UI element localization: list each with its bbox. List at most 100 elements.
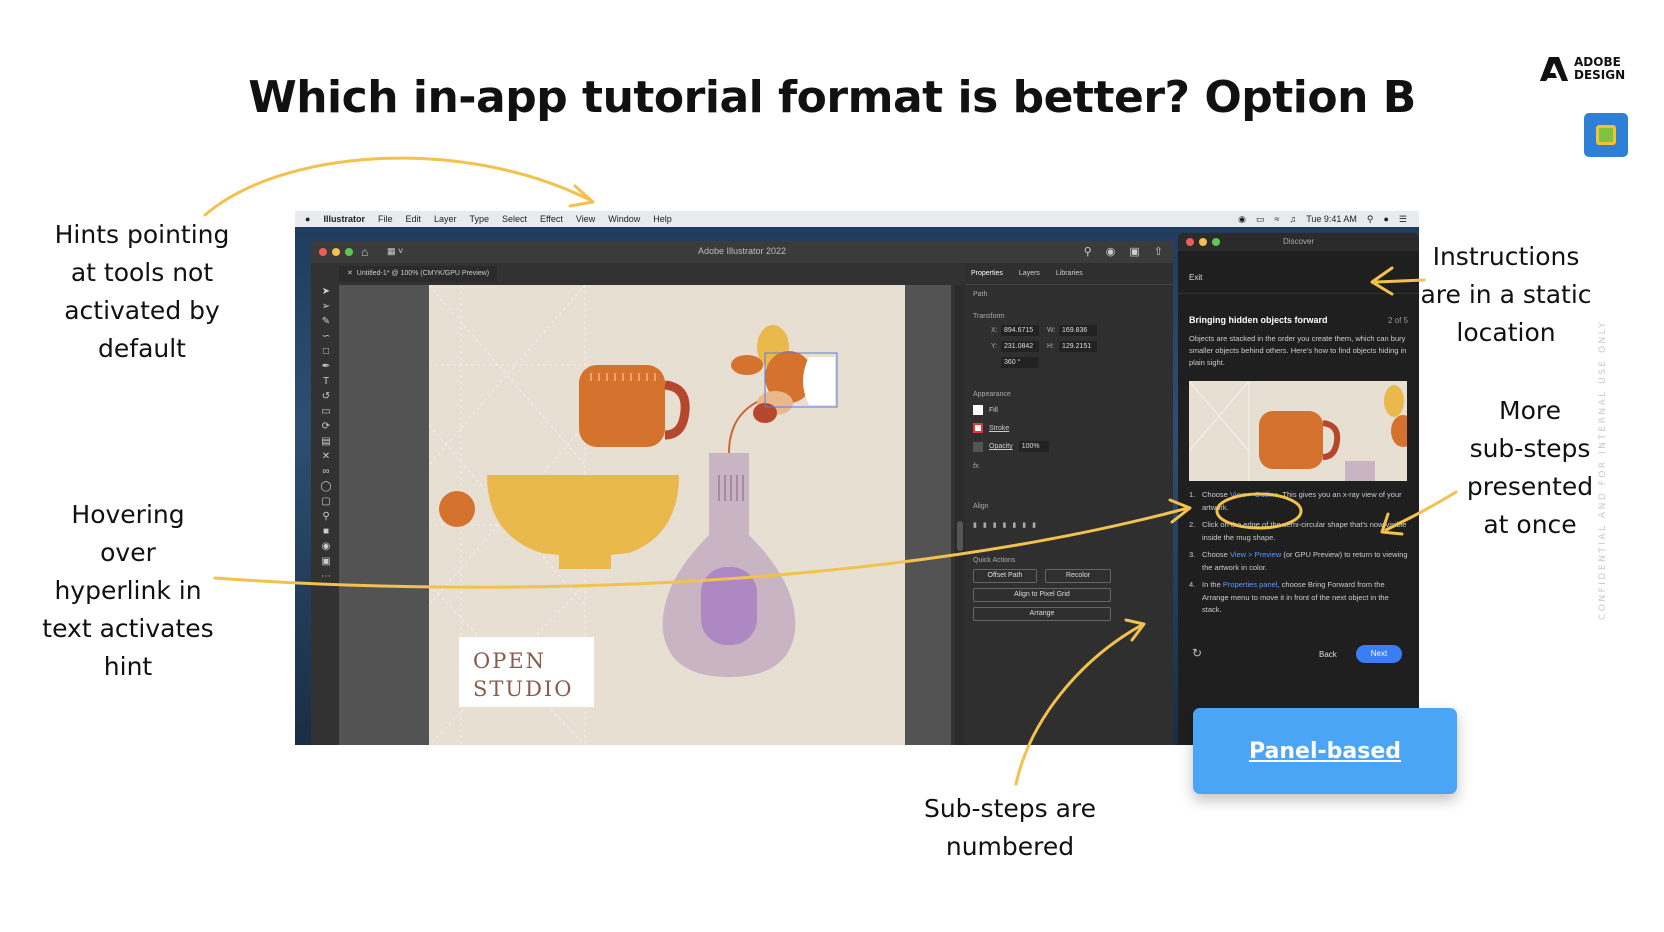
opacity-row[interactable]: Opacity 100% (973, 441, 1049, 452)
menu-window[interactable]: Window (608, 214, 640, 224)
x-label: X: (991, 327, 998, 334)
vertical-scrollbar[interactable] (955, 285, 965, 745)
rectangle-tool-icon[interactable]: □ (323, 345, 329, 358)
curvature-tool-icon[interactable]: ∽ (322, 330, 330, 343)
y-label: Y: (991, 343, 998, 350)
search-icon[interactable]: ⚲ (1367, 214, 1374, 225)
recolor-button[interactable]: Recolor (1045, 569, 1111, 583)
creative-cloud-icon[interactable]: ◉ (1238, 214, 1246, 225)
back-button[interactable]: Back (1319, 650, 1337, 659)
more-tools-icon[interactable]: ⋯ (321, 570, 331, 583)
discover-panel: Discover Exit Bringing hidden objects fo… (1178, 233, 1419, 745)
align-pixel-grid-button[interactable]: Align to Pixel Grid (973, 588, 1111, 602)
eraser-tool-icon[interactable]: ▭ (321, 405, 330, 418)
eyedropper-tool-icon[interactable]: ✕ (322, 450, 330, 463)
y-field[interactable]: 231.0842 (1001, 341, 1039, 352)
fill-label: Fill (989, 406, 998, 414)
artboard-tool-icon[interactable]: ▢ (321, 495, 330, 508)
fill-row[interactable]: Fill (973, 405, 998, 415)
fx-icon[interactable]: fx. (973, 463, 980, 470)
blend-tool-icon[interactable]: ∞ (322, 465, 329, 478)
menu-layer[interactable]: Layer (434, 214, 457, 224)
fill-stroke-swatch-icon[interactable]: ■ (323, 525, 329, 538)
apple-icon[interactable]: ● (305, 214, 310, 224)
callout-hints-pointing: Hints pointing at tools not activated by d… (54, 220, 230, 363)
document-tab-label: Untitled-1* @ 100% (CMYK/GPU Preview) (356, 270, 490, 277)
tab-layers[interactable]: Layers (1019, 270, 1040, 277)
type-tool-icon[interactable]: T (323, 375, 329, 388)
paintbrush-tool-icon[interactable]: ✒ (322, 360, 330, 373)
menu-file[interactable]: File (378, 214, 393, 224)
search-icon[interactable]: ⚲ (1084, 245, 1092, 258)
h-field[interactable]: 129.2151 (1059, 341, 1097, 352)
control-center-icon[interactable]: ☰ (1399, 214, 1407, 225)
step-item: 4. In the Properties panel, choose Bring … (1189, 580, 1389, 614)
opacity-field[interactable]: 100% (1018, 441, 1049, 452)
direct-selection-tool-icon[interactable]: ➢ (322, 300, 330, 313)
next-button[interactable]: Next (1356, 645, 1402, 663)
lasso-tool-icon[interactable]: ⟳ (322, 420, 330, 433)
transform-label: Transform (973, 313, 1005, 320)
stroke-swatch[interactable] (973, 423, 983, 433)
arrange-documents-icon[interactable]: ▣ (1129, 245, 1139, 258)
exit-button[interactable]: Exit (1189, 273, 1202, 282)
step-counter: 2 of 5 (1387, 316, 1408, 325)
offset-path-button[interactable]: Offset Path (973, 569, 1037, 583)
learn-icon[interactable]: ◉ (1106, 245, 1116, 258)
gradient-tool-icon[interactable]: ▤ (321, 435, 330, 448)
draw-mode-icon[interactable]: ◉ (322, 540, 331, 553)
illustrator-titlebar: ⌂ ▦ ˅ Adobe Illustrator 2022 ⚲ ◉ ▣ ⇧ (311, 241, 1173, 263)
properties-panel-link[interactable]: Properties panel (1223, 580, 1278, 589)
airplay-icon[interactable]: ▭ (1256, 214, 1265, 225)
clock[interactable]: Tue 9:41 AM (1306, 214, 1357, 224)
menu-app-name[interactable]: Illustrator (323, 214, 365, 224)
app-screenshot: ● Illustrator File Edit Layer Type Selec… (295, 211, 1419, 745)
volume-icon[interactable]: ♫ (1289, 214, 1296, 224)
illustrator-window: ⌂ ▦ ˅ Adobe Illustrator 2022 ⚲ ◉ ▣ ⇧ ✕ U… (311, 241, 1173, 745)
tutorial-intro: Objects are stacked in the order you cre… (1189, 334, 1407, 367)
x-field[interactable]: 894.6715 (1001, 325, 1039, 336)
window-title: Adobe Illustrator 2022 (697, 246, 787, 256)
w-field[interactable]: 169.836 (1059, 325, 1097, 336)
fill-swatch[interactable] (973, 405, 983, 415)
rotate-tool-icon[interactable]: ↺ (322, 390, 330, 403)
canvas-area[interactable]: OPEN STUDIO (339, 285, 951, 745)
view-outline-link[interactable]: View > Outline (1230, 490, 1278, 499)
panel-based-option-button[interactable]: Panel-based (1193, 708, 1457, 794)
align-label: Align (973, 503, 989, 510)
pen-tool-icon[interactable]: ✎ (322, 315, 330, 328)
refresh-icon[interactable]: ↻ (1192, 646, 1202, 660)
siri-icon[interactable]: ● (1383, 214, 1388, 224)
arrange-button[interactable]: Arrange (973, 607, 1111, 621)
menu-edit[interactable]: Edit (405, 214, 421, 224)
menu-effect[interactable]: Effect (540, 214, 563, 224)
menu-view[interactable]: View (576, 214, 595, 224)
artboard[interactable]: OPEN STUDIO (429, 285, 905, 745)
callout-hovering: Hovering over hyperlink in text activates … (42, 500, 214, 681)
align-icons[interactable]: ▮▮▮▮▮▮▮ (973, 521, 1042, 529)
tab-libraries[interactable]: Libraries (1056, 270, 1083, 277)
stroke-row[interactable]: Stroke (973, 423, 1009, 433)
tab-properties[interactable]: Properties (971, 270, 1003, 277)
document-tab[interactable]: ✕ Untitled-1* @ 100% (CMYK/GPU Preview) (339, 266, 498, 282)
menu-type[interactable]: Type (470, 214, 490, 224)
panel-based-label[interactable]: Panel-based (1249, 739, 1401, 764)
view-preview-link[interactable]: View > Preview (1230, 550, 1281, 559)
tools-panel: ➤ ➢ ✎ ∽ □ ✒ T ↺ ▭ ⟳ ▤ ✕ ∞ ◯ ▢ ⚲ ■ ◉ ▣ ⋯ (315, 285, 337, 645)
opacity-icon (973, 441, 983, 452)
selection-tool-icon[interactable]: ➤ (322, 285, 330, 298)
wifi-icon[interactable]: ≈ (1274, 214, 1279, 224)
logo-line-2: DESIGN (1574, 68, 1626, 82)
opacity-label[interactable]: Opacity (989, 443, 1013, 450)
screen-mode-icon[interactable]: ▣ (321, 555, 330, 568)
menu-select[interactable]: Select (502, 214, 527, 224)
close-icon[interactable]: ✕ (347, 270, 353, 277)
zoom-tool-icon[interactable]: ⚲ (322, 510, 329, 523)
stroke-label[interactable]: Stroke (989, 425, 1009, 432)
quick-actions-label: Quick Actions (973, 557, 1016, 564)
menu-help[interactable]: Help (653, 214, 672, 224)
scroll-thumb[interactable] (957, 521, 963, 551)
rotate-field[interactable]: 360 ° (1001, 357, 1039, 368)
shape-builder-tool-icon[interactable]: ◯ (320, 480, 331, 493)
share-icon[interactable]: ⇧ (1154, 245, 1163, 258)
